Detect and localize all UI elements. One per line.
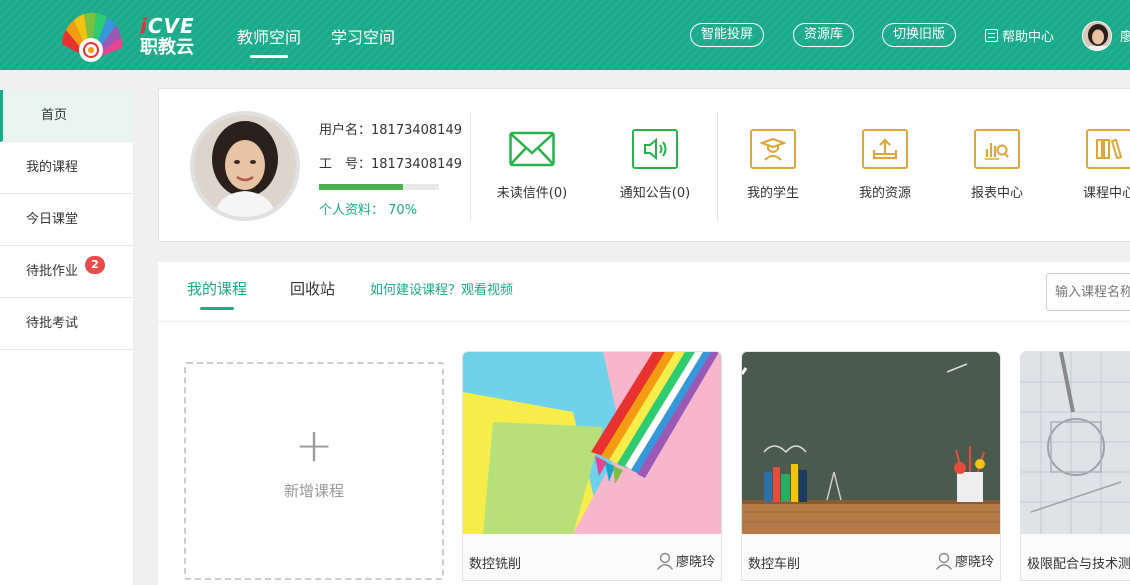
sidebar-item-pending-homework[interactable]: 待批作业 2 <box>0 246 133 298</box>
divider <box>470 111 471 221</box>
course-cover-image <box>1021 352 1130 534</box>
logo-en-i: i <box>140 14 148 38</box>
course-teacher: 廖晓玲 <box>656 551 715 570</box>
course-teacher: 廖晓玲 <box>935 551 994 570</box>
top-header: iCVE 职教云 教师空间 学习空间 智能投屏 资源库 切换旧版 帮助中心 廖 <box>0 0 1130 70</box>
my-resources-label: 我的资源 <box>858 186 911 201</box>
course-teacher-name: 廖晓玲 <box>675 555 715 570</box>
nav-tab-learning-space[interactable]: 学习空间 <box>331 24 395 48</box>
sidebar-item-pending-exams[interactable]: 待批考试 <box>0 298 133 350</box>
switch-old-version-button[interactable]: 切换旧版 <box>882 23 957 47</box>
course-cover-image <box>742 352 1000 534</box>
sidebar: 首页 我的课程 今日课堂 待批作业 2 待批考试 <box>0 90 133 585</box>
tab-my-courses[interactable]: 我的课程 <box>187 278 247 310</box>
user-photo-icon <box>194 115 296 217</box>
sidebar-item-my-courses[interactable]: 我的课程 <box>0 142 133 194</box>
user-photo-icon <box>1083 22 1111 50</box>
user-icon <box>935 552 953 570</box>
progress-value: 70% <box>388 203 418 218</box>
sidebar-item-label: 待批作业 <box>26 264 79 279</box>
course-card[interactable]: 数控铣削 廖晓玲 <box>462 351 722 581</box>
tab-recycle-bin[interactable]: 回收站 <box>290 278 335 299</box>
how-to-build-course-link[interactable]: 如何建设课程？观看视频 <box>370 279 513 298</box>
jobno-label: 工 号： <box>319 157 372 172</box>
plus-icon: + <box>294 418 334 472</box>
divider <box>158 321 1130 322</box>
course-name[interactable]: 数控铣削 <box>469 553 521 572</box>
profile-progress-fill <box>319 184 403 190</box>
username-label: 用户名： <box>319 123 372 138</box>
resource-library-button[interactable]: 资源库 <box>793 23 855 47</box>
course-center-item[interactable]: 课程中心 <box>1053 129 1130 201</box>
notice-label: 通知公告(0) <box>619 186 691 201</box>
header-user-name[interactable]: 廖 <box>1120 26 1130 45</box>
help-center-link[interactable]: 帮助中心 <box>985 26 1054 45</box>
report-center-label: 报表中心 <box>970 186 1023 201</box>
profile-card: 用户名：18173408149 工 号：18173408149 个人资料： 70… <box>158 88 1130 242</box>
report-center-item[interactable]: 报表中心 <box>941 129 1053 201</box>
my-students-item[interactable]: 我的学生 <box>717 129 829 201</box>
courses-panel: 我的课程 回收站 如何建设课程？观看视频 + 新增课程 <box>158 262 1130 585</box>
sidebar-item-label: 我的课程 <box>26 160 79 175</box>
profile-progress-text[interactable]: 个人资料： 70% <box>319 199 417 218</box>
course-card-footer: 极限配合与技术测量 <box>1021 534 1130 580</box>
graduate-icon <box>750 129 796 169</box>
books-icon <box>1086 129 1130 169</box>
sidebar-item-label: 首页 <box>41 108 68 123</box>
upload-tray-icon <box>862 129 908 169</box>
username-value: 18173408149 <box>371 123 462 138</box>
course-name[interactable]: 极限配合与技术测量 <box>1027 553 1130 572</box>
add-course-card[interactable]: + 新增课程 <box>184 362 444 580</box>
logo-cn: 职教云 <box>140 37 194 58</box>
sidebar-item-label: 今日课堂 <box>26 212 79 227</box>
unread-mail-item[interactable]: 未读信件(0) <box>476 129 588 201</box>
help-doc-icon <box>985 29 998 42</box>
my-students-label: 我的学生 <box>746 186 799 201</box>
course-card[interactable]: 极限配合与技术测量 <box>1020 351 1130 581</box>
notice-item[interactable]: 通知公告(0) <box>599 129 711 201</box>
course-search-input[interactable] <box>1046 273 1130 311</box>
help-center-label: 帮助中心 <box>1002 30 1055 45</box>
user-icon <box>656 552 674 570</box>
progress-label: 个人资料： <box>319 203 385 218</box>
icve-logo-icon[interactable] <box>56 10 126 62</box>
profile-avatar[interactable] <box>190 111 300 221</box>
sidebar-item-today-class[interactable]: 今日课堂 <box>0 194 133 246</box>
logo-en-rest: CVE <box>147 14 195 38</box>
jobno-value: 18173408149 <box>371 157 462 172</box>
course-teacher-name: 廖晓玲 <box>954 555 994 570</box>
logo-text[interactable]: iCVE 职教云 <box>140 16 195 60</box>
speaker-icon <box>632 129 678 169</box>
course-cover-image <box>463 352 721 534</box>
sidebar-item-label: 待批考试 <box>26 316 79 331</box>
course-card-footer: 数控铣削 廖晓玲 <box>463 534 721 580</box>
course-card-footer: 数控车削 廖晓玲 <box>742 534 1000 580</box>
mail-icon <box>509 129 555 169</box>
jobno-line: 工 号：18173408149 <box>319 153 462 172</box>
sidebar-item-home[interactable]: 首页 <box>0 90 133 142</box>
unread-mail-label: 未读信件(0) <box>496 186 568 201</box>
course-name[interactable]: 数控车削 <box>748 553 800 572</box>
course-card[interactable]: 数控车削 廖晓玲 <box>741 351 1001 581</box>
chart-search-icon <box>974 129 1020 169</box>
smart-cast-button[interactable]: 智能投屏 <box>690 23 765 47</box>
header-avatar[interactable] <box>1082 21 1112 51</box>
pending-homework-badge: 2 <box>85 256 105 274</box>
course-center-label: 课程中心 <box>1082 186 1130 201</box>
add-course-label: 新增课程 <box>283 482 344 500</box>
username-line: 用户名：18173408149 <box>319 119 462 138</box>
my-resources-item[interactable]: 我的资源 <box>829 129 941 201</box>
profile-progress-bar <box>319 184 439 190</box>
nav-tab-teacher-space[interactable]: 教师空间 <box>237 24 301 58</box>
